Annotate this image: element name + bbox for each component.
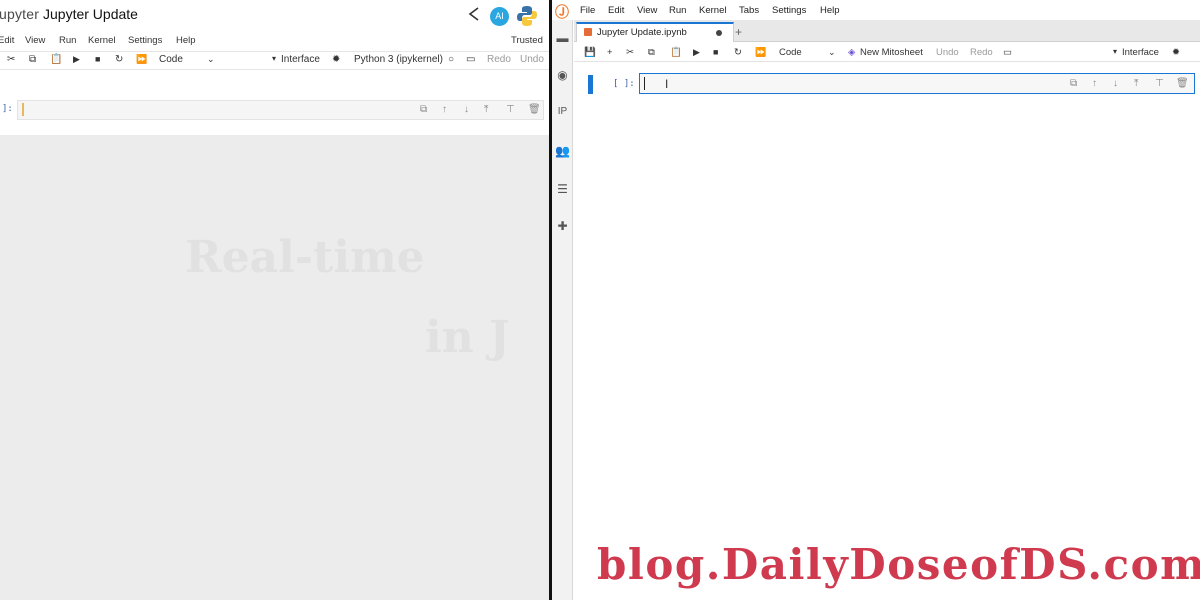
menu-help[interactable]: Help [820, 5, 840, 16]
code-cell-input[interactable] [639, 73, 1195, 94]
table-of-contents-icon[interactable]: ☰ [555, 182, 570, 197]
menu-settings[interactable]: Settings [128, 35, 162, 46]
share-icon[interactable] [467, 6, 483, 24]
jupyter-logo-icon: Ⓙ [555, 4, 569, 20]
ipywidgets-icon[interactable]: IP [555, 106, 570, 121]
python-logo-icon [516, 5, 538, 27]
blog-watermark: blog.DailyDoseofDS.com [597, 540, 1200, 589]
delete-cell-icon[interactable]: 🗑 [1176, 78, 1189, 89]
menu-view[interactable]: View [25, 35, 45, 46]
notebook-icon [584, 28, 592, 36]
extensions-icon[interactable]: ✚ [555, 219, 570, 234]
interface-switcher[interactable]: Interface [281, 54, 320, 65]
paste-icon[interactable]: 📋 [50, 54, 62, 65]
undo-button[interactable]: Undo [936, 47, 959, 58]
menu-bar [0, 32, 549, 50]
run-all-icon[interactable]: ⏩ [755, 47, 766, 58]
faded-background [0, 135, 549, 600]
move-down-icon[interactable]: ↓ [1113, 78, 1118, 89]
debugger-icon[interactable]: ✹ [332, 54, 340, 65]
interface-caret-icon: ▾ [1113, 47, 1118, 56]
stop-icon[interactable]: ■ [95, 54, 100, 64]
text-caret [644, 77, 645, 90]
cell-type-select[interactable]: Code [159, 54, 183, 65]
menu-kernel[interactable]: Kernel [699, 5, 726, 16]
menu-edit[interactable]: Edit [0, 35, 14, 46]
menu-run[interactable]: Run [59, 35, 76, 46]
kernel-status-icon: ○ [448, 54, 455, 65]
trusted-indicator[interactable]: Trusted [511, 35, 543, 46]
duplicate-cell-icon[interactable]: ⧉ [1070, 78, 1077, 89]
menu-settings[interactable]: Settings [772, 5, 806, 16]
copy-icon[interactable]: ⧉ [29, 54, 36, 65]
scissors-icon[interactable]: ✂ [7, 54, 15, 65]
run-icon[interactable]: ▶ [693, 47, 700, 58]
kernel-name[interactable]: Python 3 (ipykernel) [354, 54, 443, 65]
notebook-icon[interactable]: ▭ [1003, 47, 1012, 58]
menu-run[interactable]: Run [669, 5, 686, 16]
unsaved-dot-icon[interactable] [716, 30, 722, 36]
insert-below-icon[interactable]: ⊤ [1155, 78, 1164, 89]
move-up-icon[interactable]: ↑ [1092, 78, 1097, 89]
delete-cell-icon[interactable]: 🗑 [528, 104, 541, 115]
interface-switcher[interactable]: Interface [1122, 47, 1159, 58]
insert-above-icon[interactable]: ⤒ [1134, 78, 1138, 89]
move-up-icon[interactable]: ↑ [442, 104, 447, 115]
notebook-icon[interactable]: ▭ [466, 54, 475, 65]
chevron-down-icon[interactable]: ⌄ [828, 47, 836, 58]
chevron-down-icon[interactable]: ⌄ [207, 54, 215, 65]
restart-icon[interactable]: ↻ [734, 47, 742, 58]
cell-prompt: ]: [2, 104, 13, 114]
add-cell-icon[interactable]: + [607, 47, 613, 58]
ibeam-cursor-icon: I [665, 77, 669, 91]
menu-help[interactable]: Help [176, 35, 196, 46]
collaboration-icon[interactable]: 👥 [555, 144, 570, 159]
new-mitosheet-button[interactable]: New Mitosheet [860, 47, 923, 58]
copy-icon[interactable]: ⧉ [648, 47, 655, 58]
menu-file[interactable]: File [580, 5, 595, 16]
notebook-title[interactable]: Jupyter Update [43, 6, 138, 22]
run-icon[interactable]: ▶ [73, 54, 80, 65]
redo-button[interactable]: Redo [487, 54, 511, 65]
menu-kernel[interactable]: Kernel [88, 35, 115, 46]
menu-view[interactable]: View [637, 5, 657, 16]
interface-caret-icon: ▾ [272, 54, 277, 63]
run-all-icon[interactable]: ⏩ [136, 54, 147, 65]
jupyterlab-window-right: Ⓙ File Edit View Run Kernel Tabs Setting… [552, 0, 1200, 600]
jupyter-logo-text[interactable]: upyter [0, 6, 39, 22]
running-icon[interactable]: ◉ [555, 68, 570, 83]
ai-assistant-badge[interactable]: AI [490, 7, 509, 26]
duplicate-cell-icon[interactable]: ⧉ [420, 104, 427, 115]
notebook-window-left: upyter Jupyter Update AI Edit View Run K… [0, 0, 549, 600]
stop-icon[interactable]: ■ [713, 47, 718, 57]
mitosheet-icon: ◈ [848, 47, 856, 58]
insert-below-icon[interactable]: ⊤ [506, 104, 515, 115]
cell-type-select[interactable]: Code [779, 47, 802, 58]
menu-tabs[interactable]: Tabs [739, 5, 759, 16]
folder-icon[interactable]: ▬ [555, 31, 570, 46]
new-tab-button[interactable]: + [735, 25, 742, 39]
cell-prompt: [ ]: [613, 79, 635, 89]
scissors-icon[interactable]: ✂ [626, 47, 634, 58]
insert-above-icon[interactable]: ⤒ [484, 104, 488, 115]
cell-cursor [22, 103, 24, 116]
background-ghost-text: in J [425, 312, 510, 363]
active-cell-indicator [588, 75, 593, 94]
menu-edit[interactable]: Edit [608, 5, 624, 16]
move-down-icon[interactable]: ↓ [464, 104, 469, 115]
restart-icon[interactable]: ↻ [115, 54, 123, 65]
save-icon[interactable]: 💾 [584, 47, 596, 58]
tab-label: Jupyter Update.ipynb [597, 27, 687, 38]
background-ghost-text: Real-time [185, 232, 425, 283]
paste-icon[interactable]: 📋 [670, 47, 682, 58]
undo-button[interactable]: Undo [520, 54, 544, 65]
redo-button[interactable]: Redo [970, 47, 993, 58]
debugger-icon[interactable]: ✹ [1172, 47, 1180, 58]
